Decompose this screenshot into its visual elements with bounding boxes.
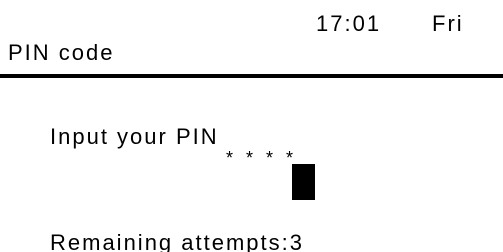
pin-input-cursor[interactable]: [292, 164, 315, 200]
pin-code-screen: 17:01 Fri PIN code Input your PIN * * * …: [0, 0, 503, 252]
pin-masked-input[interactable]: * * * *: [226, 148, 297, 168]
status-time: 17:01: [316, 11, 382, 36]
pin-prompt-label: Input your PIN: [50, 124, 219, 149]
remaining-attempts-label: Remaining attempts:3: [50, 230, 304, 252]
page-title: PIN code: [8, 40, 115, 65]
status-day: Fri: [432, 11, 464, 36]
title-divider: [0, 74, 503, 78]
